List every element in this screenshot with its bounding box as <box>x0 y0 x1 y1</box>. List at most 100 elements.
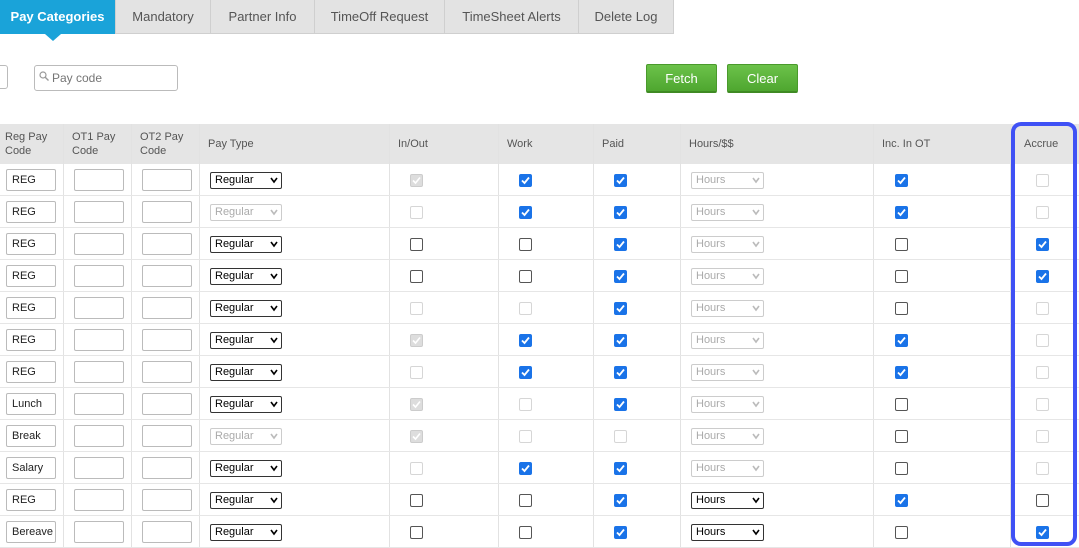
ot1-pay-code-input[interactable] <box>74 521 124 543</box>
inc-in-ot-checkbox[interactable] <box>895 430 908 443</box>
accrue-checkbox[interactable] <box>1036 526 1049 539</box>
inc-in-ot-checkbox[interactable] <box>895 334 908 347</box>
pay-type-select[interactable]: Regular <box>210 492 282 509</box>
inc-in-ot-checkbox[interactable] <box>895 494 908 507</box>
ot1-pay-code-input[interactable] <box>74 265 124 287</box>
ot2-pay-code-input[interactable] <box>142 329 192 351</box>
paid-checkbox[interactable] <box>614 334 627 347</box>
paid-checkbox[interactable] <box>614 238 627 251</box>
ot1-pay-code-input[interactable] <box>74 201 124 223</box>
paid-checkbox[interactable] <box>614 526 627 539</box>
ot1-pay-code-input[interactable] <box>74 297 124 319</box>
pay-type-select[interactable]: Regular <box>210 332 282 349</box>
search-icon <box>39 71 49 81</box>
inc-in-ot-checkbox[interactable] <box>895 302 908 315</box>
inc-in-ot-checkbox[interactable] <box>895 174 908 187</box>
pay-type-select[interactable]: Regular <box>210 236 282 253</box>
hours-dollars-select[interactable]: Hours <box>691 492 764 509</box>
work-checkbox[interactable] <box>519 462 532 475</box>
in-out-checkbox[interactable] <box>410 238 423 251</box>
paid-checkbox[interactable] <box>614 302 627 315</box>
in-out-checkbox[interactable] <box>410 526 423 539</box>
tab-delete-log[interactable]: Delete Log <box>579 0 674 34</box>
reg-pay-code-input[interactable]: REG <box>6 233 56 255</box>
inc-in-ot-checkbox[interactable] <box>895 462 908 475</box>
reg-pay-code-input[interactable]: Salary <box>6 457 56 479</box>
work-checkbox[interactable] <box>519 494 532 507</box>
tab-partner-info[interactable]: Partner Info <box>211 0 315 34</box>
reg-pay-code-input[interactable]: Bereave <box>6 521 56 543</box>
in-out-checkbox[interactable] <box>410 270 423 283</box>
ot1-pay-code-input[interactable] <box>74 393 124 415</box>
reg-pay-code-input[interactable]: REG <box>6 201 56 223</box>
pay-type-select[interactable]: Regular <box>210 172 282 189</box>
ot1-pay-code-input[interactable] <box>74 489 124 511</box>
paid-checkbox[interactable] <box>614 206 627 219</box>
ot2-pay-code-input[interactable] <box>142 457 192 479</box>
reg-pay-code-input[interactable]: Break <box>6 425 56 447</box>
reg-pay-code-input[interactable]: REG <box>6 265 56 287</box>
inc-in-ot-checkbox[interactable] <box>895 206 908 219</box>
ot1-pay-code-input[interactable] <box>74 329 124 351</box>
work-checkbox[interactable] <box>519 270 532 283</box>
accrue-checkbox[interactable] <box>1036 494 1049 507</box>
work-checkbox[interactable] <box>519 366 532 379</box>
inc-in-ot-checkbox[interactable] <box>895 526 908 539</box>
ot1-pay-code-input[interactable] <box>74 169 124 191</box>
accrue-checkbox[interactable] <box>1036 238 1049 251</box>
paid-checkbox[interactable] <box>614 462 627 475</box>
pay-type-select[interactable]: Regular <box>210 364 282 381</box>
work-checkbox[interactable] <box>519 334 532 347</box>
reg-pay-code-input[interactable]: REG <box>6 329 56 351</box>
tab-timeoff-request[interactable]: TimeOff Request <box>315 0 445 34</box>
ot2-pay-code-input[interactable] <box>142 297 192 319</box>
ot1-pay-code-input[interactable] <box>74 361 124 383</box>
pay-type-select[interactable]: Regular <box>210 300 282 317</box>
ot2-pay-code-input[interactable] <box>142 265 192 287</box>
paid-checkbox[interactable] <box>614 494 627 507</box>
inc-in-ot-checkbox[interactable] <box>895 398 908 411</box>
ot2-pay-code-input[interactable] <box>142 521 192 543</box>
ot2-pay-code-input[interactable] <box>142 361 192 383</box>
ot2-pay-code-input[interactable] <box>142 425 192 447</box>
ot2-pay-code-input[interactable] <box>142 393 192 415</box>
clear-button[interactable]: Clear <box>727 64 798 93</box>
paid-checkbox[interactable] <box>614 270 627 283</box>
work-checkbox[interactable] <box>519 174 532 187</box>
pay-code-input[interactable] <box>52 68 172 88</box>
work-checkbox[interactable] <box>519 526 532 539</box>
work-checkbox[interactable] <box>519 238 532 251</box>
reg-pay-code-input[interactable]: REG <box>6 489 56 511</box>
ot1-pay-code-input[interactable] <box>74 457 124 479</box>
reg-pay-code-input[interactable]: Lunch <box>6 393 56 415</box>
pay-type-select[interactable]: Regular <box>210 396 282 413</box>
ot2-pay-code-input[interactable] <box>142 489 192 511</box>
ot2-pay-code-input[interactable] <box>142 169 192 191</box>
inc-in-ot-checkbox[interactable] <box>895 270 908 283</box>
paid-checkbox[interactable] <box>614 366 627 379</box>
pay-type-select[interactable]: Regular <box>210 268 282 285</box>
reg-pay-code-input[interactable]: REG <box>6 297 56 319</box>
reg-pay-code-input[interactable]: REG <box>6 169 56 191</box>
tab-timesheet-alerts[interactable]: TimeSheet Alerts <box>445 0 579 34</box>
ot2-pay-code-input[interactable] <box>142 201 192 223</box>
accrue-checkbox[interactable] <box>1036 270 1049 283</box>
in-out-checkbox[interactable] <box>410 494 423 507</box>
ot2-pay-code-input[interactable] <box>142 233 192 255</box>
pay-type-select[interactable]: Regular <box>210 524 282 541</box>
hours-dollars-select[interactable]: Hours <box>691 524 764 541</box>
paid-checkbox[interactable] <box>614 398 627 411</box>
tab-pay-categories[interactable]: Pay Categories <box>0 0 116 41</box>
filter-input-partial[interactable] <box>0 65 8 89</box>
fetch-button[interactable]: Fetch <box>646 64 717 93</box>
pay-type-select[interactable]: Regular <box>210 460 282 477</box>
pay-type-value: Regular <box>215 238 254 250</box>
ot1-pay-code-input[interactable] <box>74 233 124 255</box>
reg-pay-code-input[interactable]: REG <box>6 361 56 383</box>
tab-mandatory[interactable]: Mandatory <box>116 0 211 34</box>
ot1-pay-code-input[interactable] <box>74 425 124 447</box>
inc-in-ot-checkbox[interactable] <box>895 366 908 379</box>
inc-in-ot-checkbox[interactable] <box>895 238 908 251</box>
work-checkbox[interactable] <box>519 206 532 219</box>
paid-checkbox[interactable] <box>614 174 627 187</box>
